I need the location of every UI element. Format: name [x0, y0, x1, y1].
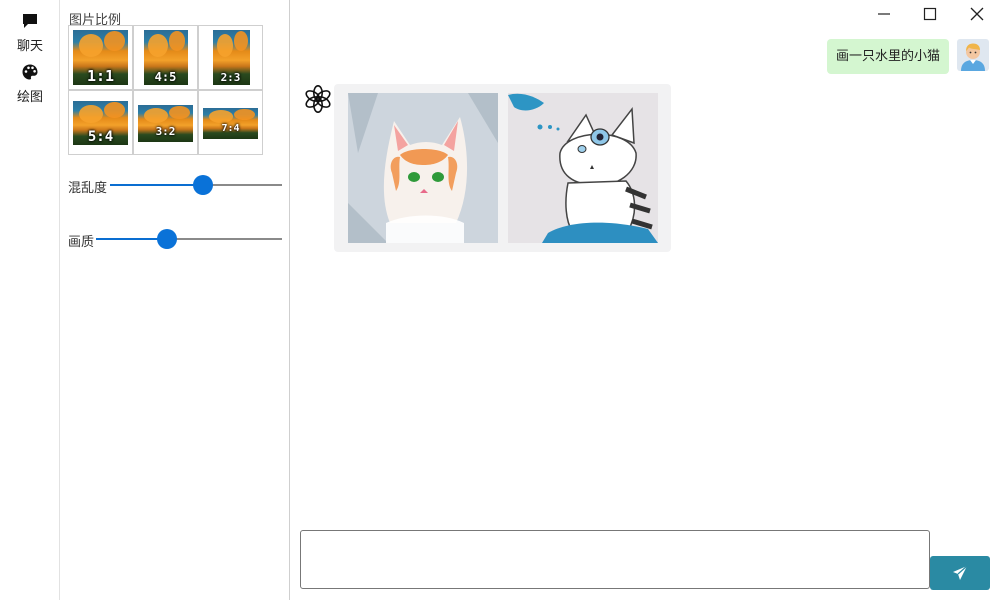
ratio-label: 4:5 — [154, 70, 177, 84]
user-avatar — [957, 39, 989, 71]
draw-settings-panel: 图片比例 1:1 4:5 2:3 5:4 3:2 7:4 混乱度 画质 — [60, 0, 290, 600]
nav-item-label: 聊天 — [16, 39, 43, 54]
assistant-message-bubble — [334, 84, 671, 252]
openai-logo — [305, 85, 331, 113]
chat-area: 画一只水里的小猫 — [290, 0, 1000, 600]
ratio-option-1-1[interactable]: 1:1 — [68, 25, 133, 90]
ratio-option-5-4[interactable]: 5:4 — [68, 90, 133, 155]
paper-plane-icon — [953, 565, 968, 580]
send-button[interactable] — [930, 556, 990, 590]
minimize-icon — [878, 13, 890, 15]
nav-item-label: 绘图 — [16, 90, 43, 105]
slider-track[interactable] — [110, 175, 282, 195]
message-input-box[interactable] — [300, 530, 930, 589]
ratio-option-2-3[interactable]: 2:3 — [198, 25, 263, 90]
ratio-option-4-5[interactable]: 4:5 — [133, 25, 198, 90]
ratio-label: 5:4 — [87, 129, 114, 145]
chaos-slider-label: 混乱度 — [68, 181, 108, 196]
ratio-label: 1:1 — [86, 67, 115, 85]
left-nav: 聊天 绘图 — [0, 0, 60, 600]
minimize-button[interactable] — [870, 2, 898, 26]
nav-item-draw[interactable]: 绘图 — [0, 53, 60, 105]
slider-thumb[interactable] — [156, 229, 177, 249]
chat-bubble-icon — [23, 14, 37, 28]
maximize-button[interactable] — [916, 2, 944, 26]
app-window: 聊天 绘图 图片比例 1:1 4:5 2:3 5:4 3:2 7:4 混乱度 画… — [0, 0, 1000, 600]
slider-track[interactable] — [96, 229, 282, 249]
ratio-option-3-2[interactable]: 3:2 — [133, 90, 198, 155]
message-input[interactable] — [301, 531, 929, 588]
ratio-label: 3:2 — [155, 125, 176, 138]
slider-fill — [110, 184, 203, 186]
slider-thumb[interactable] — [192, 175, 213, 195]
quality-slider-label: 画质 — [68, 235, 95, 250]
close-icon — [970, 7, 984, 21]
generated-image[interactable] — [348, 93, 498, 243]
maximize-icon — [923, 7, 937, 21]
ratio-label: 2:3 — [220, 71, 241, 84]
ratio-label: 7:4 — [221, 123, 240, 134]
user-message-bubble: 画一只水里的小猫 — [827, 39, 950, 74]
chaos-slider[interactable]: 混乱度 — [68, 175, 282, 196]
generated-image[interactable] — [508, 93, 658, 243]
palette-icon — [22, 64, 38, 80]
quality-slider[interactable]: 画质 — [68, 229, 282, 250]
nav-item-chat[interactable]: 聊天 — [0, 2, 60, 54]
aspect-ratio-grid: 1:1 4:5 2:3 5:4 3:2 7:4 — [68, 25, 263, 155]
close-button[interactable] — [963, 2, 991, 26]
ratio-option-7-4[interactable]: 7:4 — [198, 90, 263, 155]
